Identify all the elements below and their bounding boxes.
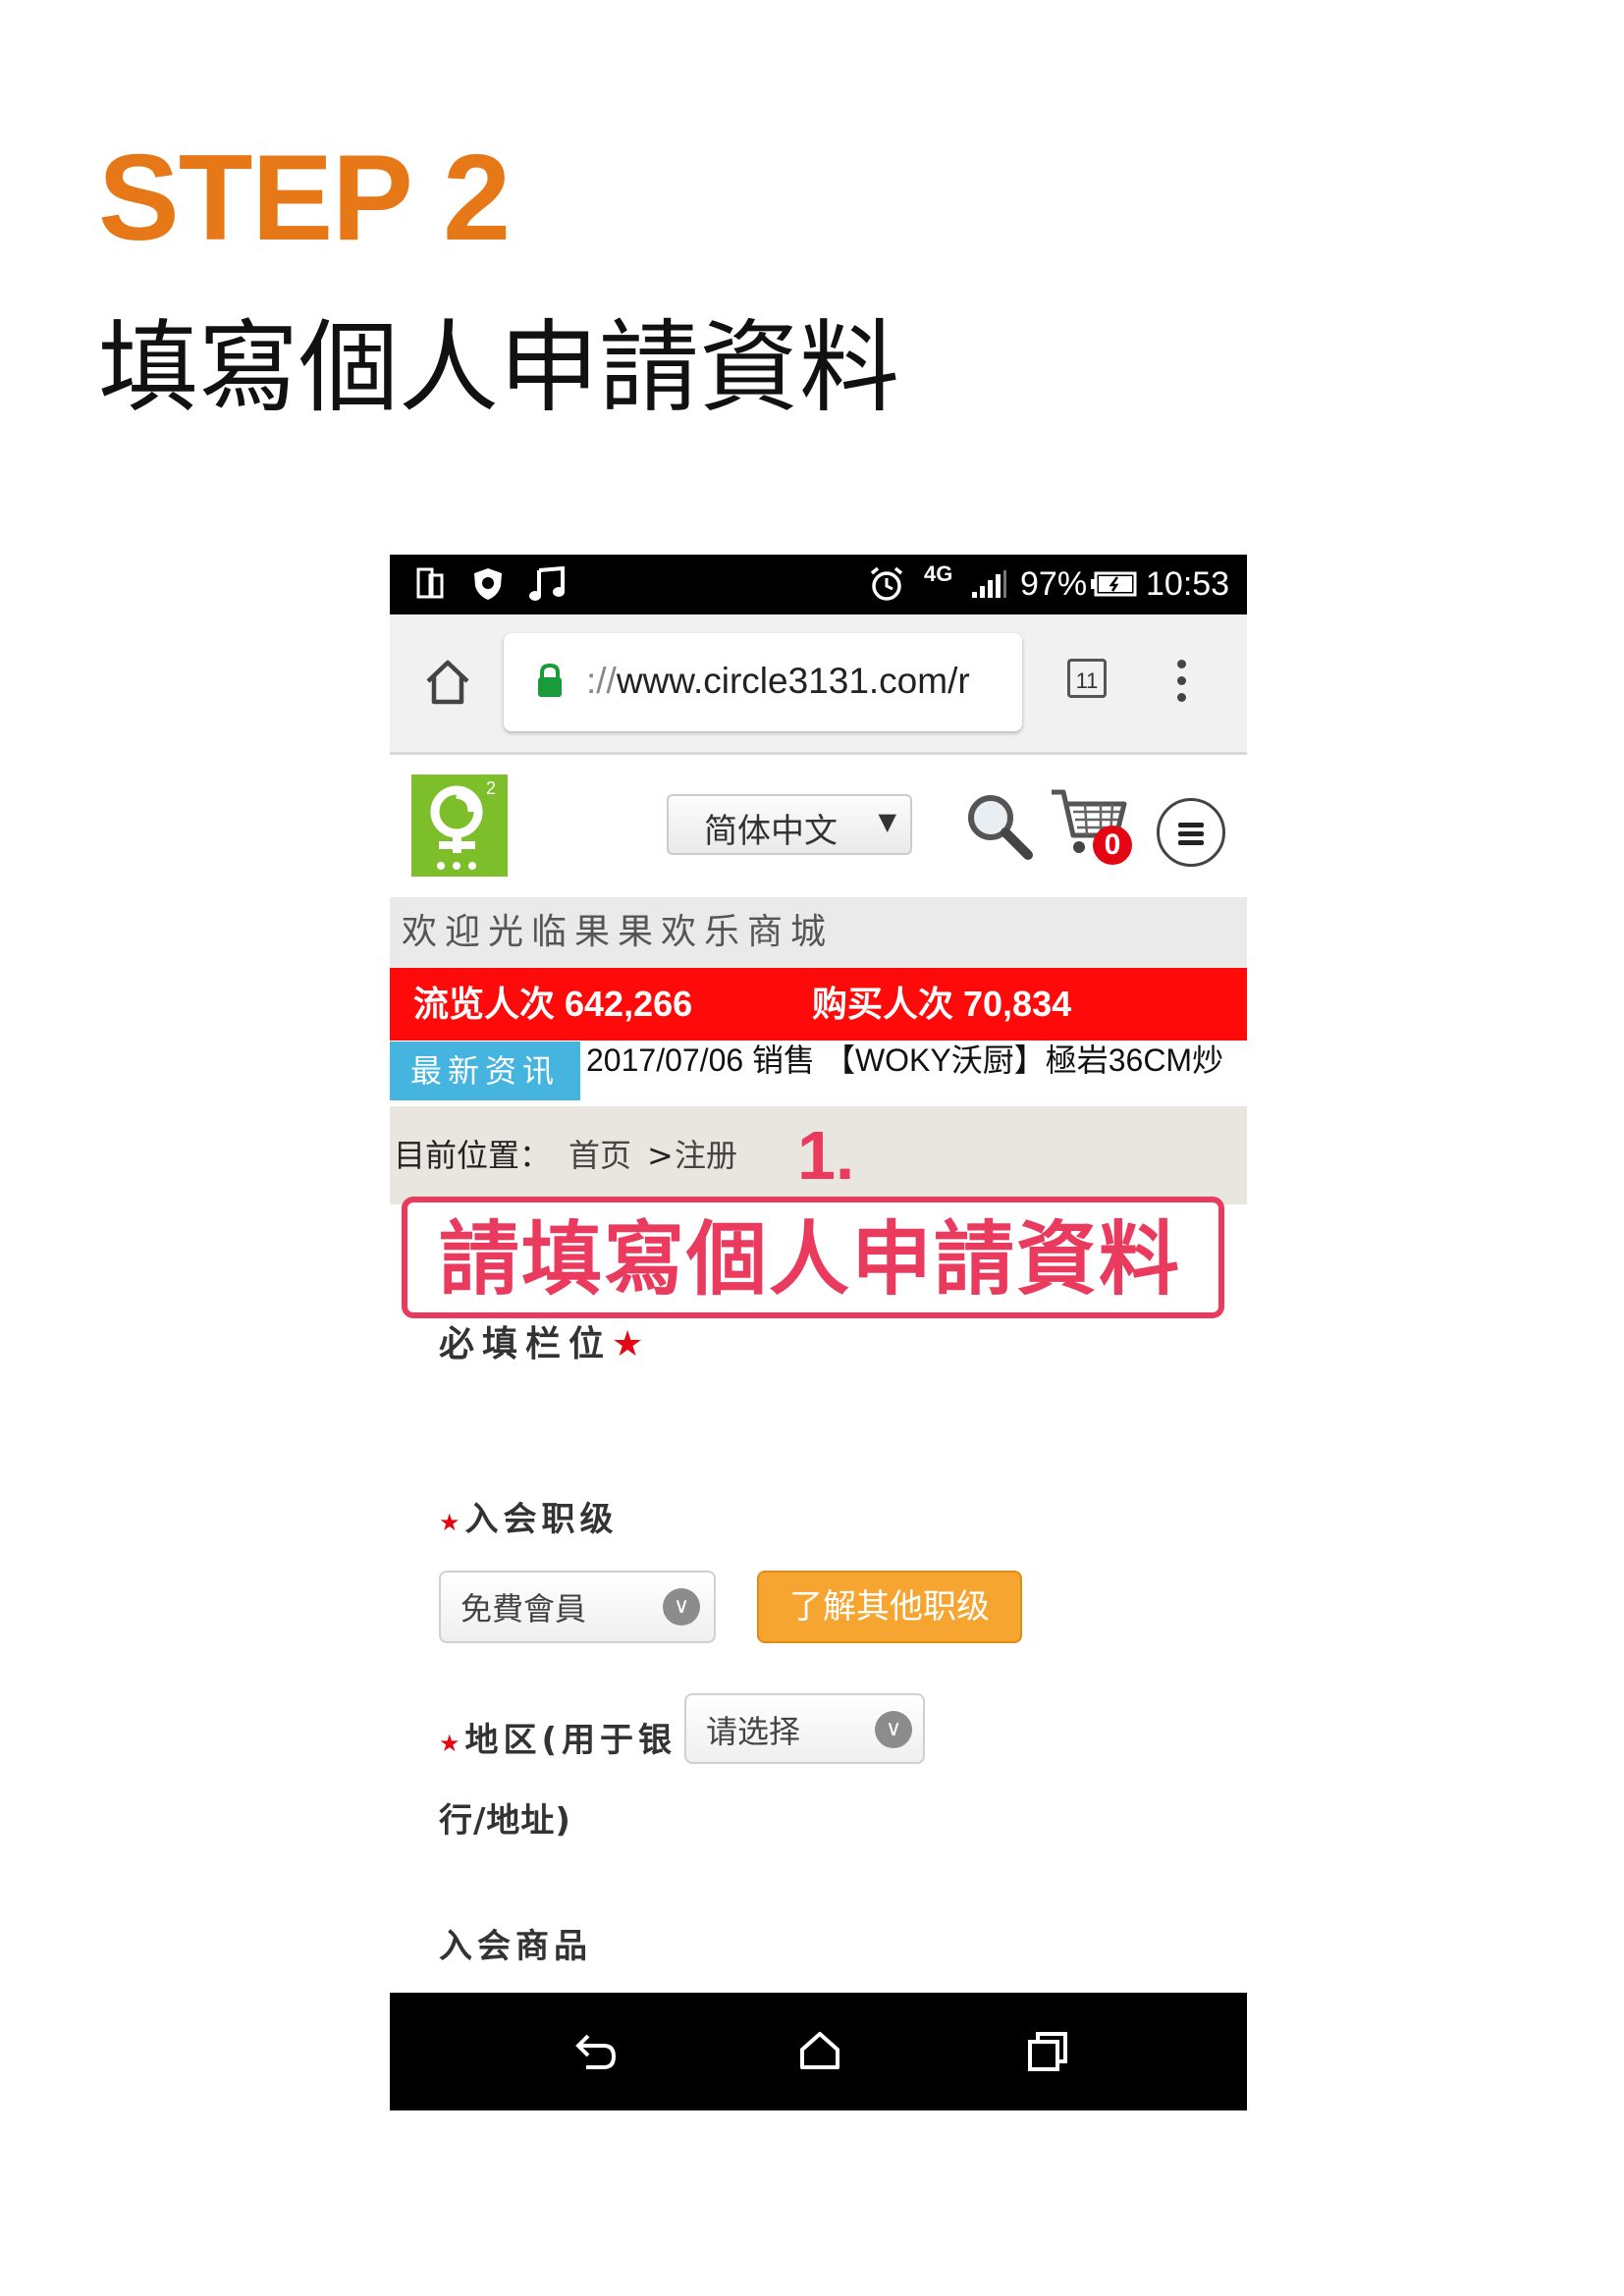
music-note-icon bbox=[525, 564, 568, 604]
phone-mirror-icon bbox=[413, 564, 449, 604]
network-type: 4G bbox=[924, 561, 953, 586]
tab-switcher-button[interactable]: 11 bbox=[1067, 659, 1107, 698]
product-label: 入会商品 bbox=[439, 1927, 592, 1966]
language-select[interactable]: 简体中文 ▼ bbox=[667, 794, 912, 855]
chevron-down-icon: ∨ bbox=[875, 1711, 912, 1748]
url-text[interactable]: ://www.circle3131.com/r bbox=[586, 661, 970, 702]
breadcrumb-separator: > bbox=[647, 1137, 674, 1174]
level-select[interactable]: 免費會員 ∨ bbox=[439, 1571, 716, 1643]
level-label-text: 入会职级 bbox=[464, 1500, 619, 1539]
address-bar[interactable]: ://www.circle3131.com/r bbox=[504, 633, 1022, 731]
site-logo[interactable]: 2 bbox=[411, 774, 508, 877]
news-tag: 最新资讯 bbox=[390, 1041, 580, 1100]
level-value: 免費會員 bbox=[460, 1590, 587, 1628]
battery-icon bbox=[1089, 564, 1138, 604]
learn-other-levels-button[interactable]: 了解其他职级 bbox=[757, 1571, 1022, 1643]
visitor-counter-bar: 流览人次 642,266 购买人次 70,834 bbox=[390, 968, 1247, 1041]
recent-apps-icon[interactable] bbox=[1018, 2022, 1077, 2081]
step-heading: STEP 2 bbox=[98, 131, 511, 266]
buyers-count: 购买人次 70,834 bbox=[812, 984, 1072, 1024]
required-star-icon: ★ bbox=[439, 1730, 465, 1757]
region-label-line2: 行/地址) bbox=[439, 1801, 571, 1841]
required-note-text: 必填栏位 bbox=[439, 1324, 613, 1364]
language-value: 简体中文 bbox=[704, 812, 838, 851]
home-icon[interactable] bbox=[423, 658, 472, 707]
browser-toolbar: ://www.circle3131.com/r 11 bbox=[390, 614, 1247, 755]
status-bar: 4G 97% 10:53 bbox=[390, 555, 1247, 614]
signal-icon bbox=[969, 564, 1008, 604]
required-fields-note: 必填栏位★ bbox=[439, 1315, 651, 1366]
more-options-icon[interactable] bbox=[1175, 656, 1187, 705]
phone-screenshot: 4G 97% 10:53 ://www.circle3131.com/r 11 bbox=[390, 555, 1247, 2110]
level-label: ★入会职级 bbox=[439, 1492, 619, 1540]
views-count: 流览人次 642,266 bbox=[413, 984, 693, 1024]
news-ticker[interactable]: 2017/07/06 销售 【WOKY沃厨】極岩36CM炒 bbox=[586, 1039, 1223, 1082]
site-header: 2 简体中文 ▼ 0 bbox=[390, 755, 1247, 897]
region-label: ★地区(用于银 bbox=[439, 1713, 677, 1761]
annotation-number: 1. bbox=[797, 1117, 855, 1194]
hamburger-menu-icon[interactable] bbox=[1157, 798, 1225, 867]
required-star-icon: ★ bbox=[439, 1509, 465, 1536]
region-label-line1: 地区(用于银 bbox=[464, 1721, 677, 1760]
lock-icon bbox=[535, 663, 565, 700]
breadcrumb: 目前位置： 首页 > 注册 1. bbox=[390, 1106, 1247, 1204]
battery-percent: 97% bbox=[1020, 565, 1088, 603]
home-nav-icon[interactable] bbox=[790, 2022, 849, 2081]
svg-text:2: 2 bbox=[486, 778, 496, 798]
document-title: 填寫個人申請資料 bbox=[98, 310, 899, 427]
required-star-icon: ★ bbox=[612, 1324, 652, 1364]
url-host: www.circle3131.com/r bbox=[616, 661, 970, 701]
alarm-clock-icon bbox=[867, 564, 906, 604]
welcome-banner: 欢迎光临果果欢乐商城 bbox=[390, 897, 1247, 968]
cart-count-badge: 0 bbox=[1093, 826, 1132, 865]
url-scheme: :// bbox=[586, 661, 617, 701]
annotation-text: 請填寫個人申請資料 bbox=[439, 1213, 1182, 1307]
dropdown-arrow-icon: ▼ bbox=[878, 808, 896, 835]
breadcrumb-home-link[interactable]: 首页 bbox=[568, 1136, 631, 1175]
region-select[interactable]: 请选择 ∨ bbox=[684, 1693, 925, 1764]
chevron-down-icon: ∨ bbox=[663, 1588, 700, 1626]
shield-icon bbox=[468, 564, 508, 604]
clock-time: 10:53 bbox=[1146, 565, 1230, 603]
android-nav-bar bbox=[390, 1993, 1247, 2110]
breadcrumb-current: 注册 bbox=[675, 1137, 738, 1174]
back-icon[interactable] bbox=[565, 2022, 623, 2081]
search-icon[interactable] bbox=[963, 790, 1034, 861]
region-value: 请选择 bbox=[706, 1713, 801, 1750]
annotation-callout: 請填寫個人申請資料 bbox=[402, 1197, 1224, 1318]
breadcrumb-prefix: 目前位置： bbox=[394, 1137, 552, 1174]
